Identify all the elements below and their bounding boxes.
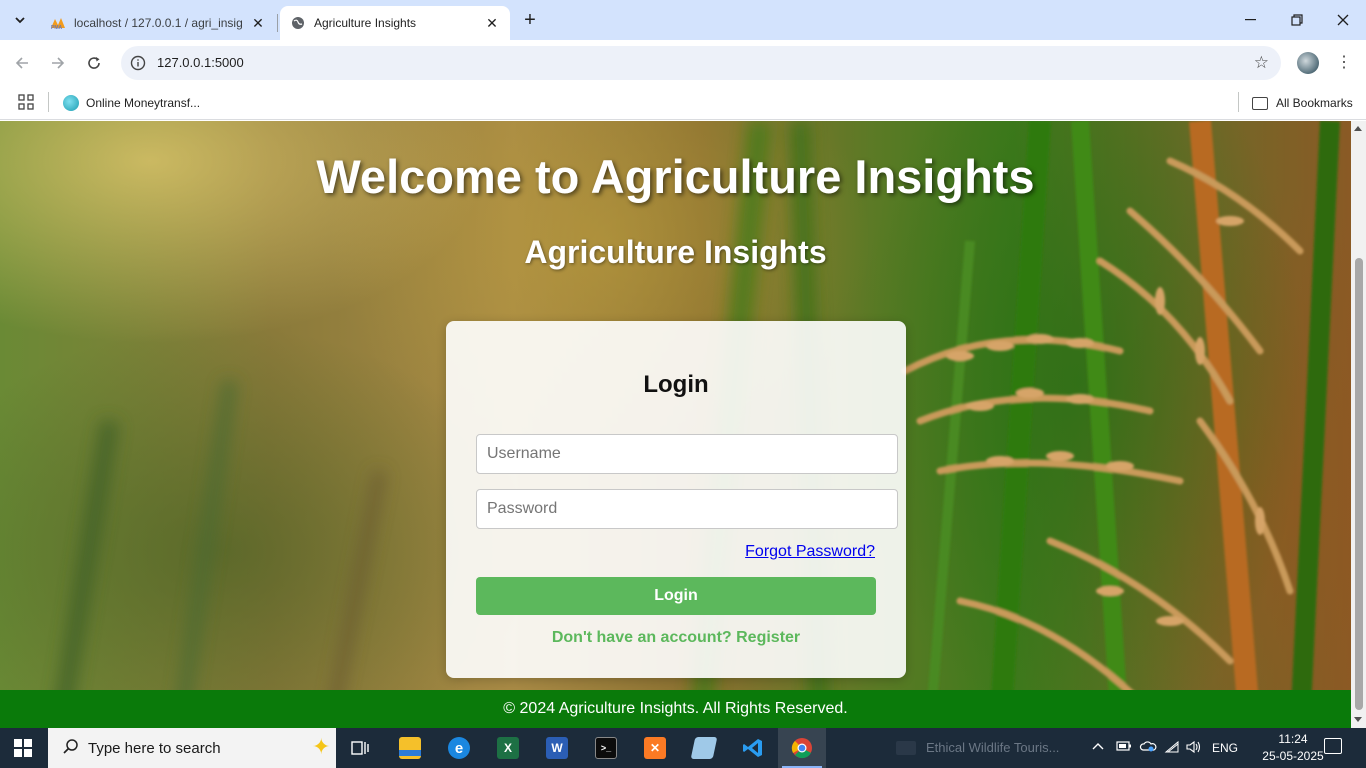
wifi-icon[interactable] <box>1164 740 1180 757</box>
back-arrow-icon[interactable] <box>10 51 34 75</box>
notepad-icon[interactable] <box>680 728 728 768</box>
phpmyadmin-icon: PMA <box>50 15 66 31</box>
windows-taskbar: Type here to search ✦ e X W >_ ✕ Ethical… <box>0 728 1366 768</box>
word-icon[interactable]: W <box>533 728 581 768</box>
onedrive-cloud-icon[interactable] <box>1139 740 1157 755</box>
close-tab-icon[interactable]: ✕ <box>250 15 266 31</box>
globe-icon <box>290 15 306 31</box>
bookmark-favicon-icon <box>63 95 79 111</box>
edge-icon[interactable]: e <box>435 728 483 768</box>
page-viewport: Welcome to Agriculture Insights Agricult… <box>0 121 1351 728</box>
scroll-down-arrow-icon[interactable] <box>1354 717 1362 722</box>
search-placeholder: Type here to search <box>88 740 221 757</box>
all-bookmarks-button[interactable]: All Bookmarks <box>1252 93 1353 113</box>
address-bar[interactable]: 127.0.0.1:5000 ☆ <box>121 46 1281 80</box>
battery-icon[interactable] <box>1116 740 1132 755</box>
tab-agriculture-insights[interactable]: Agriculture Insights ✕ <box>280 6 510 40</box>
taskbar-search-box[interactable]: Type here to search ✦ <box>48 728 336 768</box>
reload-icon[interactable] <box>82 51 106 75</box>
show-hidden-icons-chevron-icon[interactable] <box>1092 740 1104 754</box>
chrome-icon[interactable] <box>778 728 826 768</box>
scroll-up-arrow-icon[interactable] <box>1354 126 1362 131</box>
excel-icon[interactable]: X <box>484 728 532 768</box>
bookmark-label: Online Moneytransf... <box>86 96 201 110</box>
site-info-icon[interactable] <box>129 54 147 72</box>
xampp-icon[interactable]: ✕ <box>631 728 679 768</box>
clock-time: 11:24 <box>1278 732 1308 746</box>
browser-tabstrip: PMA localhost / 127.0.0.1 / agri_insig ✕… <box>0 0 1366 40</box>
new-tab-plus-icon[interactable]: + <box>518 9 542 33</box>
tab-search-chevron-icon[interactable] <box>8 8 32 32</box>
scroll-thumb[interactable] <box>1355 258 1363 710</box>
all-bookmarks-label: All Bookmarks <box>1276 96 1353 110</box>
windows-start-icon[interactable] <box>14 739 32 757</box>
login-card: Login Forgot Password? Login Don't have … <box>446 321 906 678</box>
video-thumbnail-icon <box>896 740 916 755</box>
svg-text:PMA: PMA <box>51 25 63 30</box>
welcome-heading: Welcome to Agriculture Insights <box>316 150 1035 203</box>
volume-icon[interactable] <box>1186 740 1202 757</box>
vscode-icon[interactable] <box>729 728 777 768</box>
password-input[interactable] <box>476 489 898 529</box>
bookmark-star-icon[interactable]: ☆ <box>1254 53 1269 73</box>
tab-title: Agriculture Insights <box>314 16 417 30</box>
media-widget[interactable]: Ethical Wildlife Touris... <box>896 740 1059 755</box>
bookmark-online-moneytransfer[interactable]: Online Moneytransf... <box>63 93 200 113</box>
brand-heading: Agriculture Insights <box>524 234 827 270</box>
media-title: Ethical Wildlife Touris... <box>926 740 1060 755</box>
notification-center-icon[interactable] <box>1324 738 1342 754</box>
task-view-icon[interactable] <box>336 728 384 768</box>
file-explorer-icon[interactable] <box>386 728 434 768</box>
copilot-sparkle-icon: ✦ <box>312 734 331 759</box>
page-scrollbar[interactable] <box>1351 121 1366 728</box>
tab-title: localhost / 127.0.0.1 / agri_insig <box>74 16 243 30</box>
tab-phpmyadmin[interactable]: PMA localhost / 127.0.0.1 / agri_insig ✕ <box>40 6 276 40</box>
language-indicator[interactable]: ENG <box>1212 741 1238 755</box>
profile-avatar-icon[interactable] <box>1297 52 1319 74</box>
forgot-password-link[interactable]: Forgot Password? <box>745 543 875 561</box>
close-tab-icon[interactable]: ✕ <box>484 15 500 31</box>
forward-arrow-icon[interactable] <box>46 51 70 75</box>
search-icon <box>62 738 80 761</box>
restore-window-icon[interactable] <box>1274 0 1320 40</box>
minimize-window-icon[interactable] <box>1227 0 1273 40</box>
register-link[interactable]: Don't have an account? Register <box>446 629 906 647</box>
url-text: 127.0.0.1:5000 <box>157 55 244 70</box>
close-window-icon[interactable] <box>1320 0 1366 40</box>
clock-date: 25-05-2025 <box>1262 749 1324 763</box>
login-title: Login <box>643 371 709 398</box>
bookmarks-divider <box>1238 92 1239 112</box>
page-footer: © 2024 Agriculture Insights. All Rights … <box>0 690 1351 728</box>
browser-menu-kebab-icon[interactable]: ⋮ <box>1336 52 1352 74</box>
terminal-icon[interactable]: >_ <box>582 728 630 768</box>
system-clock[interactable]: 11:24 25-05-2025 <box>1262 731 1324 765</box>
apps-grid-icon[interactable] <box>18 94 34 110</box>
tab-divider <box>277 14 278 32</box>
bookmarks-divider <box>48 92 49 112</box>
username-input[interactable] <box>476 434 898 474</box>
bookmarks-bar: Online Moneytransf... All Bookmarks <box>0 86 1366 120</box>
browser-toolbar: 127.0.0.1:5000 ☆ ⋮ <box>0 40 1366 86</box>
folder-icon <box>1252 96 1268 110</box>
login-button[interactable]: Login <box>476 577 876 615</box>
